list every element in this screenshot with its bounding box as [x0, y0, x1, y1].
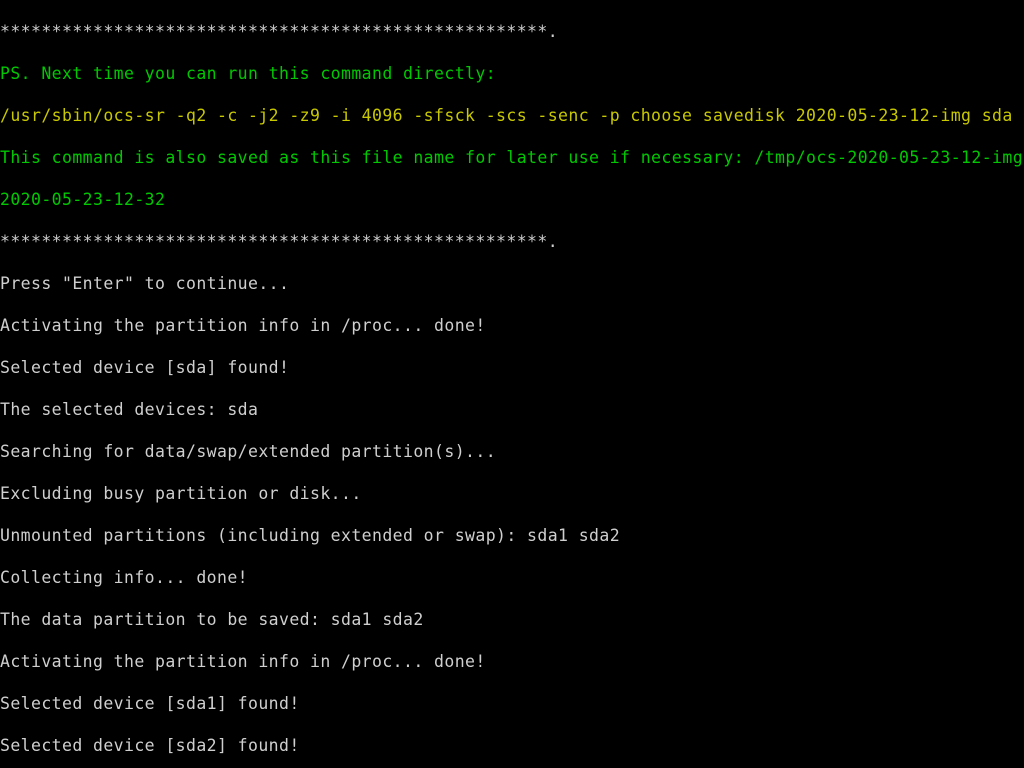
unmounted-line: Unmounted partitions (including extended… [0, 525, 1024, 546]
selected-line: Selected device [sda] found! [0, 357, 1024, 378]
separator-line: ****************************************… [0, 21, 1024, 42]
excluding-line: Excluding busy partition or disk... [0, 483, 1024, 504]
separator-line-2: ****************************************… [0, 231, 1024, 252]
selected-line-3: Selected device [sda2] found! [0, 735, 1024, 756]
hint-intro-line: PS. Next time you can run this command d… [0, 63, 1024, 84]
selected-line-2: Selected device [sda1] found! [0, 693, 1024, 714]
press-enter-line: Press "Enter" to continue... [0, 273, 1024, 294]
collecting-line: Collecting info... done! [0, 567, 1024, 588]
data-parts-line: The data partition to be saved: sda1 sda… [0, 609, 1024, 630]
activating-line: Activating the partition info in /proc..… [0, 315, 1024, 336]
searching-line: Searching for data/swap/extended partiti… [0, 441, 1024, 462]
screen: <Ok> <Cancel> **************************… [0, 0, 1024, 768]
terminal-output: ****************************************… [0, 0, 1024, 768]
saved-as-line-b: 2020-05-23-12-32 [0, 189, 1024, 210]
activating-line-2: Activating the partition info in /proc..… [0, 651, 1024, 672]
selected-devices: The selected devices: sda [0, 399, 1024, 420]
command-line: /usr/sbin/ocs-sr -q2 -c -j2 -z9 -i 4096 … [0, 105, 1024, 126]
saved-as-line-a: This command is also saved as this file … [0, 147, 1024, 168]
